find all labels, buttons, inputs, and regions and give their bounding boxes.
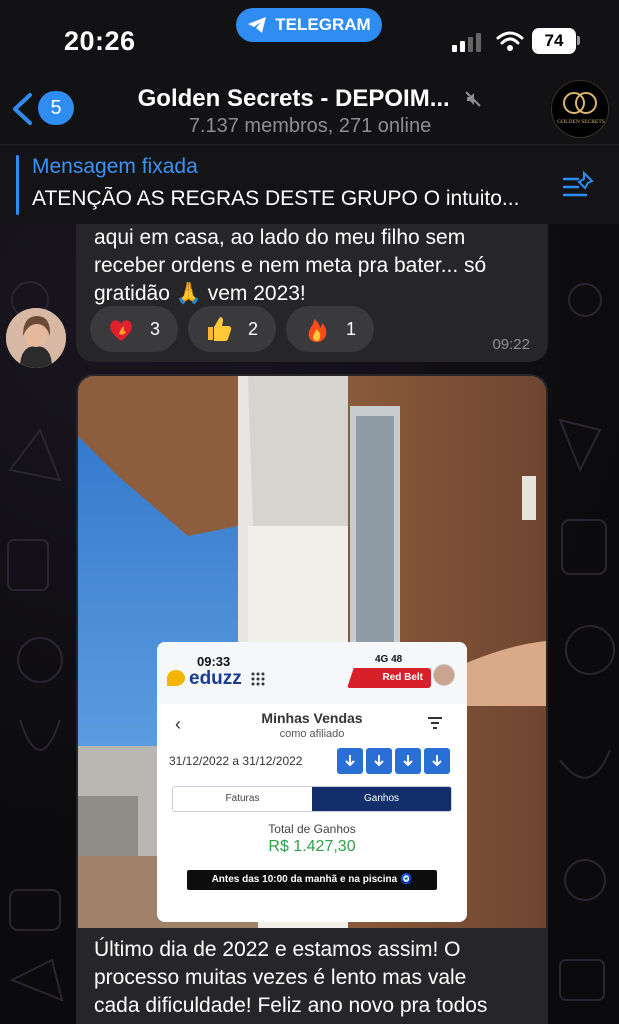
card-tabs: Faturas Ganhos [172,786,452,812]
cellular-signal-icon [452,33,481,52]
download-arrow-icon [424,748,450,774]
chevron-left-icon [13,93,32,125]
sender-photo [6,308,66,368]
eduzz-logo: eduzz [167,668,242,690]
card-avatar [433,664,455,686]
fire-icon [308,319,327,342]
message-bubble[interactable]: 09:33 eduzz 4G 48 Red Belt ‹ Minhas Vend… [76,374,548,1024]
reaction-count: 1 [346,318,357,339]
reaction-thumbs-up[interactable]: 2 [188,306,277,352]
reaction-count: 2 [248,318,259,339]
pinned-accent-line [16,155,19,215]
battery-indicator: 74 [532,28,576,54]
message-line: aqui em casa, ao lado do meu filho sem [94,226,466,249]
photo-caption-overlay: Antes das 10:00 da manhã e na piscina 🧿 [187,870,437,890]
wifi-icon [496,31,524,51]
status-bar: 20:26 TELEGRAM 74 [0,0,619,72]
message-text: aqui em casa, ao lado do meu filho sem r… [94,224,538,308]
message-line: processo muitas vezes é lento mas vale [94,966,467,989]
card-title: Minhas Vendas [261,710,363,726]
message-text: Último dia de 2022 e estamos assim! O pr… [94,936,538,1020]
chat-member-count: 7.137 membros, 271 online [188,115,432,137]
card-network: 4G 48 [375,654,402,665]
message-bubble[interactable]: aqui em casa, ao lado do meu filho sem r… [76,224,548,362]
total-label: Total de Ganhos [268,822,356,836]
message-time: 09:22 [492,336,530,353]
status-time: 20:26 [64,26,136,56]
reaction-fire[interactable]: 1 [286,306,375,352]
pinned-message-bar[interactable]: Mensagem fixada ATENÇÃO AS REGRAS DESTE … [0,144,619,224]
pinned-text: ATENÇÃO AS REGRAS DESTE GRUPO O intuito.… [32,187,520,210]
download-arrow-icon [337,748,363,774]
telegram-return-pill[interactable]: TELEGRAM [236,8,382,42]
muted-speaker-icon [465,90,482,107]
back-button[interactable]: 5 [10,88,74,128]
chat-title[interactable]: Golden Secrets - DEPOIM... [120,84,500,113]
message-line: Último dia de 2022 e estamos assim! O [94,938,461,961]
sales-screenshot-card: 09:33 eduzz 4G 48 Red Belt ‹ Minhas Vend… [157,642,467,922]
unread-count-badge: 5 [38,91,74,125]
card-time: 09:33 [197,654,231,669]
sender-avatar[interactable] [6,308,66,368]
download-arrow-icon [366,748,392,774]
golden-secrets-logo: GOLDEN SECRETS [557,92,605,125]
message-line: gratidão 🙏 vem 2023! [94,282,306,305]
card-subtitle: como afiliado [279,728,345,740]
card-download-buttons [337,748,450,774]
telegram-icon [248,17,267,33]
reaction-count: 3 [150,318,161,339]
group-avatar[interactable]: GOLDEN SECRETS [551,80,609,138]
apps-grid-icon [251,672,265,686]
reactions-row: 3 2 1 [90,306,375,352]
eduzz-logo-mark [167,670,185,686]
tab-faturas: Faturas [225,793,260,804]
card-network-type: 4G [375,654,389,665]
pin-list-icon[interactable] [560,169,596,203]
battery-tip [577,36,580,45]
card-date-range: 31/12/2022 a 31/12/2022 [169,754,303,768]
message-line: receber ordens e nem meta pra bater... s… [94,254,487,277]
card-network-battery: 48 [391,654,403,665]
message-line: cada dificuldade! Feliz ano novo pra tod… [94,994,488,1017]
svg-text:GOLDEN SECRETS: GOLDEN SECRETS [557,119,605,125]
reaction-heart-fire[interactable]: 3 [90,306,179,352]
red-belt-badge: Red Belt [347,668,431,688]
filter-icon [428,717,442,729]
telegram-pill-label: TELEGRAM [275,15,371,34]
download-arrow-icon [395,748,421,774]
thumbs-up-icon [208,317,232,341]
chat-title-text: Golden Secrets - DEPOIM... [137,84,450,112]
eduzz-logo-text: eduzz [189,668,242,689]
tab-ganhos: Ganhos [312,787,451,811]
pinned-label: Mensagem fixada [32,155,198,178]
heart-fire-icon [110,320,132,341]
total-value: R$ 1.427,30 [268,838,356,855]
chat-header: 5 Golden Secrets - DEPOIM... 7.137 membr… [0,72,619,144]
message-photo[interactable]: 09:33 eduzz 4G 48 Red Belt ‹ Minhas Vend… [78,376,546,928]
